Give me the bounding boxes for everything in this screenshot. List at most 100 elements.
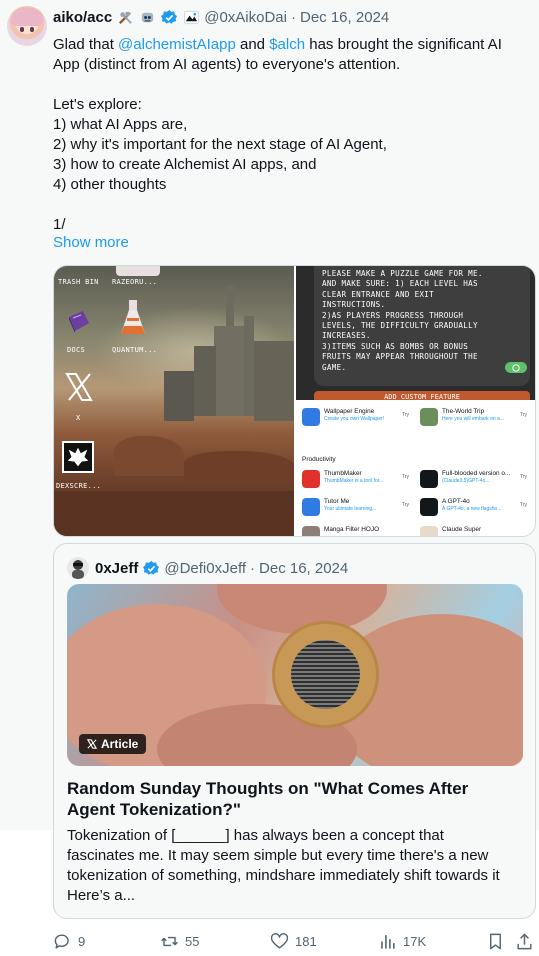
affiliate-badge-icon: [182, 8, 200, 26]
prompt-line: 3)ITEMS SUCH AS BOMBS OR BONUS: [322, 341, 469, 351]
desktop-label-x: X: [76, 414, 81, 422]
tweet-actions: 9 55 181 17K: [0, 930, 539, 952]
views-count: 17K: [403, 933, 427, 949]
prompt-line: INCREASES.: [322, 331, 371, 341]
app-item: Manga Filter HOJO: [302, 524, 420, 536]
text-segment: has brought the significant AI: [305, 36, 502, 53]
docs-book-icon[interactable]: [65, 309, 93, 335]
show-more-link[interactable]: Show more: [53, 234, 129, 251]
app-item: ThumbMaker ThumbMaker is a tool for... T…: [302, 468, 420, 494]
thumbmaker-icon: [302, 470, 320, 488]
analytics-icon: [381, 934, 395, 949]
excerpt-line: fascinates me. It may seem simple but ev…: [67, 847, 489, 864]
app-item: Wallpaper Engine Create you own Wallpape…: [302, 406, 420, 432]
app-try-button[interactable]: Try: [402, 412, 409, 418]
prompt-line: FRUITS MAY APPEAR THROUGHOUT THE: [322, 352, 478, 362]
prompt-line: CLEAR ENTRANCE AND EXIT: [322, 289, 435, 299]
tweet-date[interactable]: Dec 16, 2024: [300, 9, 389, 26]
article-title[interactable]: Random Sunday Thoughts on "What Comes Af…: [67, 778, 523, 820]
media-image-app-store[interactable]: Wallpaper Engine Create you own Wallpape…: [296, 402, 535, 536]
views-button[interactable]: 17K: [378, 930, 426, 952]
author-handle[interactable]: @0xAikoDai: [204, 9, 287, 26]
app-name: Wallpaper Engine: [324, 408, 375, 415]
share-button[interactable]: [515, 930, 534, 952]
gpt4o-icon: [420, 498, 438, 516]
article-badge-label: Article: [101, 737, 139, 751]
razeoru-icon[interactable]: [116, 266, 160, 276]
app-item: Full-blooded version o... (Claude3.5)GPT…: [420, 468, 535, 494]
app-desc: A GPT-4o, a new flagsho...: [442, 506, 502, 512]
reply-icon: [54, 933, 69, 949]
article-title-line: Random Sunday Thoughts on "What Comes Af…: [67, 779, 469, 798]
desktop-label-docs: DOCS: [67, 346, 86, 354]
header-separator: ·: [250, 559, 256, 577]
app-try-button[interactable]: Try: [520, 474, 527, 480]
claude-gpt-icon: [420, 470, 438, 488]
mention-link-alchemist[interactable]: @alchemistAIapp: [118, 36, 236, 53]
prompt-line: PLEASE MAKE A PUZZLE GAME FOR ME.: [322, 269, 483, 278]
dexscreener-icon[interactable]: [62, 441, 94, 473]
author-avatar[interactable]: [7, 6, 47, 46]
share-icon: [517, 933, 532, 949]
heart-icon: [270, 932, 289, 949]
app-try-button[interactable]: Try: [520, 412, 527, 418]
tweet-line-2: App (distinct from AI agents) to everyon…: [53, 56, 401, 73]
desktop-label-dexscreener: DEXSCRE...: [56, 482, 102, 490]
app-desc: Create you own Wallpaper!: [324, 416, 385, 422]
article-excerpt: Tokenization of [______] has always been…: [67, 826, 527, 906]
add-custom-feature-button[interactable]: ADD CUSTOM FEATURE: [314, 391, 530, 400]
quoted-author-avatar[interactable]: [67, 557, 89, 579]
prompt-line: INSTRUCTIONS.: [322, 300, 386, 310]
app-try-button[interactable]: Try: [402, 502, 409, 508]
app-name: ThumbMaker: [324, 470, 362, 477]
header-separator: ·: [290, 8, 296, 26]
quantum-flask-icon[interactable]: [118, 300, 148, 340]
cashtag-link-alch[interactable]: $alch: [269, 36, 305, 53]
media-image-desktop[interactable]: TRASH BIN RAZEORU... DOCS QUANTUM... X D…: [54, 266, 294, 536]
media-grid: TRASH BIN RAZEORU... DOCS QUANTUM... X D…: [53, 265, 536, 537]
app-desc: (Claude3.5)GPT-4o...: [442, 478, 490, 484]
text-segment: Glad that: [53, 36, 119, 53]
like-button[interactable]: 181: [270, 930, 317, 952]
text-segment: and: [235, 36, 270, 53]
section-label-productivity: Productivity: [302, 456, 336, 463]
tweet-line-1: Glad that @alchemistAIapp and $alch has …: [53, 35, 528, 55]
world-trip-icon: [420, 408, 438, 426]
app-desc: Here you will embark on a...: [442, 416, 504, 422]
app-name: A GPT-4o: [442, 498, 470, 505]
x-logo-icon[interactable]: [64, 372, 94, 402]
app-try-button[interactable]: Try: [520, 502, 527, 508]
tweet-line-4: Let's explore:: [53, 96, 142, 113]
excerpt-line: Tokenization of [______] has always been…: [67, 827, 444, 844]
repost-button[interactable]: 55: [160, 930, 199, 952]
quoted-author-name[interactable]: 0xJeff: [95, 560, 138, 577]
app-desc: ThumbMaker is a tool for...: [324, 478, 384, 484]
tweet-line-5: 1) what AI Apps are,: [53, 116, 188, 133]
quoted-tweet-card[interactable]: 0xJeff @Defi0xJeff · Dec 16, 2024 Articl…: [53, 543, 536, 919]
desktop-label-trash: TRASH BIN: [58, 278, 99, 286]
prompt-line: 2)AS PLAYERS PROGRESS THROUGH: [322, 310, 464, 320]
app-item: A GPT-4o A GPT-4o, a new flagsho... Try: [420, 496, 535, 522]
claude-super-icon: [420, 526, 438, 536]
app-try-button[interactable]: Try: [402, 474, 409, 480]
article-title-line: Agent Tokenization?": [67, 800, 241, 819]
tweet-line-10: 1/: [53, 216, 66, 233]
tweet-header: aiko/acc @0xAikoDai · Dec 16, 2024: [53, 7, 389, 27]
tutor-me-icon: [302, 498, 320, 516]
robot-emoji-icon: [138, 8, 156, 26]
article-cover-image[interactable]: Article: [67, 584, 523, 766]
verified-badge-icon: [160, 8, 178, 26]
x-logo-icon: [87, 739, 97, 749]
tweet-text: Glad that @alchemistAIapp and $alch has …: [53, 35, 528, 235]
quoted-date[interactable]: Dec 16, 2024: [259, 560, 348, 577]
tools-emoji-icon: [116, 8, 134, 26]
media-image-prompt[interactable]: PLEASE MAKE A PUZZLE GAME FOR ME. AND MA…: [296, 266, 535, 400]
wallpaper-engine-icon: [302, 408, 320, 426]
reply-button[interactable]: 9: [53, 930, 85, 952]
quoted-author-handle[interactable]: @Defi0xJeff: [164, 560, 246, 577]
app-desc: Your ultimate learning...: [324, 506, 377, 512]
author-name[interactable]: aiko/acc: [53, 9, 112, 26]
bookmark-button[interactable]: [486, 930, 505, 952]
repost-icon: [161, 936, 178, 946]
